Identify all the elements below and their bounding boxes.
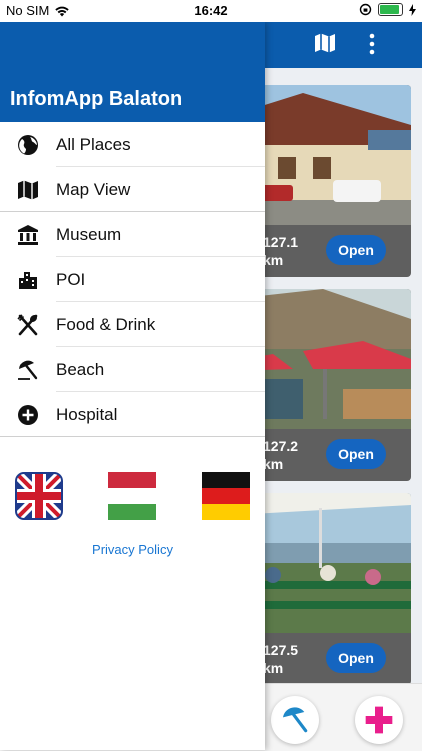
menu-item-label: Hospital <box>56 405 118 424</box>
menu-item-beach[interactable]: Beach <box>0 347 265 392</box>
map-icon <box>18 180 38 200</box>
menu-item-food-drink[interactable]: Food & Drink <box>0 302 265 347</box>
more-vert-icon[interactable] <box>366 33 378 55</box>
menu-item-label: Food & Drink <box>56 315 156 334</box>
open-button[interactable]: Open <box>326 439 386 469</box>
orientation-lock-icon <box>359 3 372 16</box>
menu-item-label: Map View <box>56 180 131 199</box>
hungarian-flag-icon[interactable] <box>108 472 156 520</box>
battery-icon <box>378 3 403 16</box>
drawer-title: InfomApp Balaton <box>10 88 183 110</box>
language-selector <box>0 472 265 524</box>
open-button[interactable]: Open <box>326 235 386 265</box>
charging-icon <box>409 3 416 16</box>
city-icon <box>19 272 37 289</box>
plus-circle-icon <box>18 405 38 425</box>
menu-item-label: POI <box>56 270 86 289</box>
map-view-icon[interactable] <box>313 31 337 55</box>
globe-icon <box>18 135 38 155</box>
german-flag-icon[interactable] <box>202 472 250 520</box>
menu-item-all-places[interactable]: All Places <box>0 122 265 167</box>
beach-umbrella-icon <box>283 707 308 733</box>
museum-icon <box>18 225 38 245</box>
distance-value: 127.5 <box>263 642 299 658</box>
menu-item-museum[interactable]: Museum <box>0 212 265 257</box>
open-button[interactable]: Open <box>326 643 386 673</box>
menu-item-map-view[interactable]: Map View <box>0 167 265 212</box>
distance-unit: km <box>263 456 284 472</box>
utensils-icon <box>17 314 38 336</box>
hospital-filter-button[interactable] <box>355 696 403 744</box>
beach-umbrella-icon <box>18 360 38 380</box>
menu-item-hospital[interactable]: Hospital <box>0 392 265 437</box>
english-flag-icon[interactable] <box>15 472 63 520</box>
distance-value: 127.2 <box>263 438 299 454</box>
menu-item-poi[interactable]: POI <box>0 257 265 302</box>
menu-item-label: Beach <box>56 360 105 379</box>
menu-item-label: Museum <box>56 225 122 244</box>
status-bar: No SIM 16:42 <box>0 0 422 22</box>
distance-unit: km <box>263 660 284 676</box>
plus-icon <box>365 706 393 734</box>
distance-value: 127.1 <box>263 234 299 250</box>
drawer-header: InfomApp Balaton <box>0 22 265 122</box>
privacy-policy-link[interactable]: Privacy Policy <box>0 542 265 557</box>
navigation-drawer: InfomApp Balaton All Places Map View Mus… <box>0 22 265 750</box>
distance-unit: km <box>263 252 284 268</box>
menu-item-label: All Places <box>56 135 131 154</box>
beach-filter-button[interactable] <box>271 696 319 744</box>
